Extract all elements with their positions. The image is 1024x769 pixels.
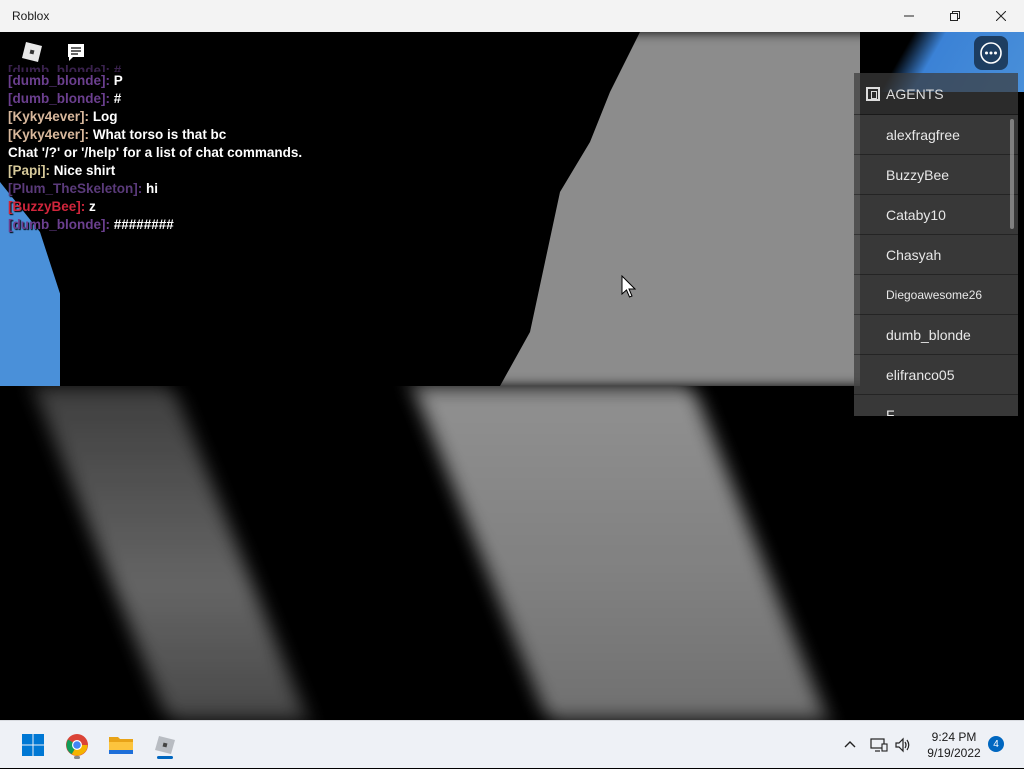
game-viewport[interactable]: [dumb_blonde]: #.. [dumb_blonde]: P [dumb… (0, 32, 1024, 720)
close-icon (996, 11, 1006, 21)
player-list-scrollbar[interactable] (1010, 119, 1014, 229)
chat-sender[interactable]: [Plum_TheSkeleton]: (8, 181, 142, 196)
chat-sender[interactable]: [dumb_blonde]: (8, 91, 110, 106)
surface-streak (412, 386, 828, 720)
chrome-icon (66, 734, 88, 756)
minimize-icon (904, 15, 914, 17)
chat-text: Nice shirt (53, 163, 116, 178)
player-entry[interactable]: Cataby10 (854, 195, 1018, 235)
active-indicator (157, 756, 173, 759)
chat-sender[interactable]: [Papi]: (8, 163, 50, 178)
chat-message: [dumb_blonde]: P (8, 72, 508, 90)
notification-badge[interactable]: 4 (988, 736, 1004, 752)
system-tray (842, 721, 912, 769)
restore-button[interactable] (932, 0, 978, 32)
windows-logo-icon (22, 734, 44, 756)
chat-message: [BuzzyBee]: z (8, 198, 508, 216)
player-entry[interactable]: BuzzyBee (854, 155, 1018, 195)
roblox-app-icon (155, 736, 175, 754)
chevron-up-icon[interactable] (842, 737, 858, 753)
taskbar: 9:24 PM 9/19/2022 (0, 720, 1024, 768)
taskbar-chrome[interactable] (61, 729, 93, 761)
team-header: AGENTS (854, 73, 1018, 115)
chat-text: hi (146, 181, 159, 196)
chat-text: Log (92, 109, 118, 124)
chat-icon (68, 44, 84, 61)
chat-text: What torso is that bc (92, 127, 227, 142)
clock-date: 9/19/2022 (927, 746, 981, 760)
window-titlebar: Roblox (0, 0, 1024, 32)
clock[interactable]: 9:24 PM 9/19/2022 (918, 729, 990, 761)
chat-text: Chat '/?' or '/help' for a list of chat … (8, 145, 303, 160)
taskbar-file-explorer[interactable] (105, 729, 137, 761)
surface-streak (32, 386, 308, 720)
mouse-cursor-icon (621, 275, 637, 298)
network-icon[interactable] (870, 737, 888, 753)
close-button[interactable] (978, 0, 1024, 32)
start-button[interactable] (17, 729, 49, 761)
chat-sender[interactable]: [dumb_blonde]: (8, 73, 110, 88)
player-entry[interactable]: dumb_blonde (854, 315, 1018, 355)
chat-sender[interactable]: [Kyky4ever]: (8, 127, 89, 142)
chat-text: ######## (113, 217, 174, 232)
player-entry[interactable]: Chasyah (854, 235, 1018, 275)
chat-message: [Plum_TheSkeleton]: hi (8, 180, 508, 198)
volume-icon[interactable] (894, 737, 912, 753)
clock-time: 9:24 PM (931, 730, 977, 744)
more-options-button[interactable] (974, 36, 1008, 70)
chat-text: # (113, 91, 122, 106)
player-entry[interactable]: Diegoawesome26 (854, 275, 1018, 315)
chat-message: [Kyky4ever]: Log (8, 108, 508, 126)
chat-sender[interactable]: [Kyky4ever]: (8, 109, 89, 124)
chat-sender[interactable]: [dumb_blonde]: (8, 217, 110, 232)
chat-message: Chat '/?' or '/help' for a list of chat … (8, 144, 508, 162)
player-list[interactable]: AGENTS alexfragfree BuzzyBee Cataby10 Chasy… (854, 73, 1018, 416)
chat-log: [dumb_blonde]: #.. [dumb_blonde]: P [dumb… (8, 62, 508, 234)
folder-icon (109, 737, 133, 754)
window-title: Roblox (12, 9, 50, 23)
running-indicator (74, 756, 80, 759)
chat-text: z (89, 199, 96, 214)
team-label: AGENTS (886, 85, 944, 102)
chat-message: [Kyky4ever]: What torso is that bc (8, 126, 508, 144)
player-entry[interactable]: alexfragfree (854, 115, 1018, 155)
chat-text: P (113, 73, 123, 88)
player-entry[interactable]: F... (854, 395, 1018, 416)
chat-message: [dumb_blonde]: # (8, 90, 508, 108)
scene-lower (0, 386, 1024, 720)
chat-message: [dumb_blonde]: #.. (8, 63, 129, 72)
player-entry[interactable]: elifranco05 (854, 355, 1018, 395)
team-icon (866, 86, 880, 101)
chat-sender[interactable]: [BuzzyBee]: (8, 199, 85, 214)
roblox-logo-icon (22, 42, 42, 62)
taskbar-roblox[interactable] (149, 729, 181, 761)
restore-icon (950, 11, 960, 21)
more-icon (980, 42, 1002, 64)
chat-message: [dumb_blonde]: ######## (8, 216, 508, 234)
chat-message: [Papi]: Nice shirt (8, 162, 508, 180)
minimize-button[interactable] (886, 0, 932, 32)
